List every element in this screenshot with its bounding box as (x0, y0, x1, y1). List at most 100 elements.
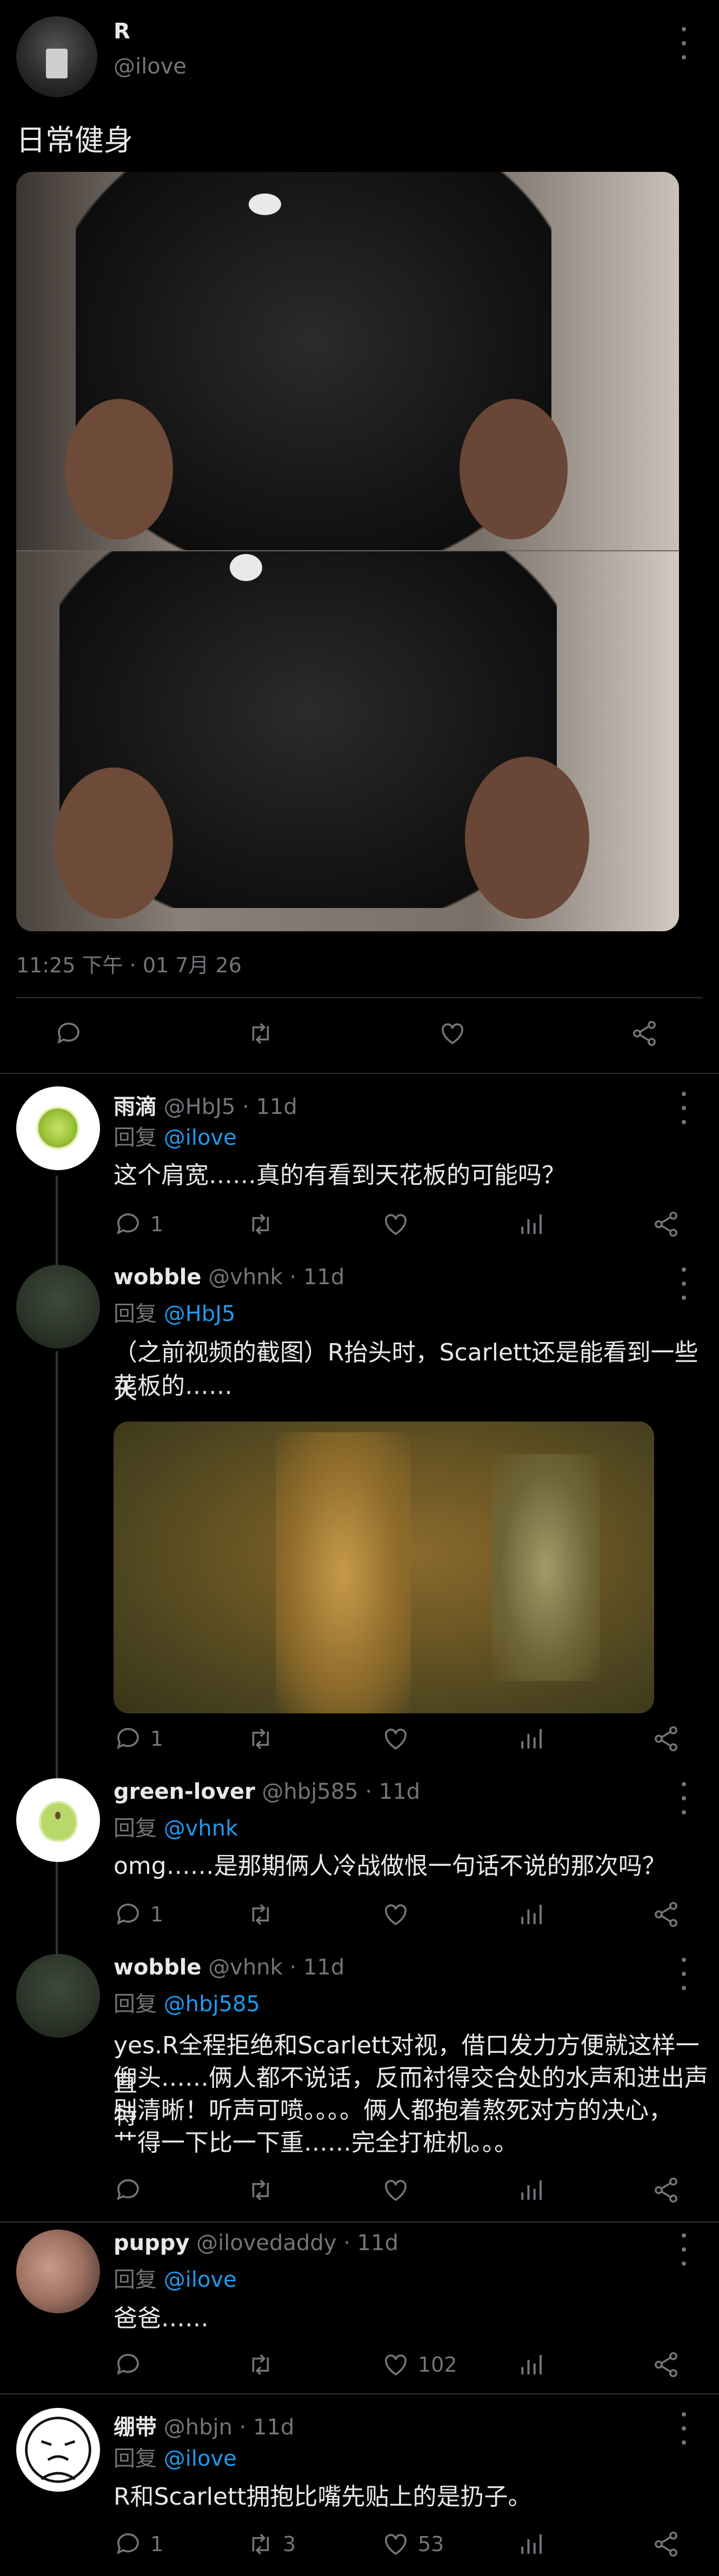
reply-button[interactable]: 1 (114, 2530, 163, 2559)
reply-author-handle[interactable]: @vhnk (208, 1955, 283, 1980)
tweet-media[interactable] (16, 172, 679, 931)
avatar[interactable] (16, 2230, 100, 2313)
avatar[interactable] (16, 1778, 100, 1862)
avatar[interactable] (16, 1265, 100, 1349)
reply-age: · 11d (239, 2415, 295, 2440)
retweet-icon (252, 2354, 269, 2375)
avatar[interactable] (16, 1086, 100, 1170)
reply-button[interactable]: 1 (114, 1210, 163, 1239)
more-options-icon[interactable] (676, 1267, 692, 1300)
like-button[interactable] (381, 1210, 410, 1239)
reply-author-handle[interactable]: @hbj585 (262, 1779, 358, 1804)
reply-author-name[interactable]: wobble (114, 1265, 202, 1290)
heart-icon (385, 2180, 407, 2201)
heart-icon (385, 2354, 407, 2376)
reply-text: omg……是那期俩人冷战做恨一句话不说的那次吗？ (114, 1852, 666, 1880)
share-button[interactable] (651, 1210, 681, 1239)
views-icon (521, 1214, 542, 1234)
share-button[interactable] (651, 2350, 681, 2379)
more-options-icon[interactable] (676, 2233, 692, 2266)
reply-author-name[interactable]: green-lover (114, 1779, 255, 1804)
reply-to-handle[interactable]: @vhnk (164, 1816, 238, 1841)
retweet-icon (252, 1213, 269, 1235)
reply-to-handle[interactable]: @HbJ5 (164, 1302, 236, 1326)
author-handle[interactable]: @ilove (114, 54, 187, 79)
share-button[interactable] (651, 2530, 681, 2559)
like-button[interactable] (381, 2175, 410, 2205)
reply-author-name[interactable]: wobble (114, 1955, 202, 1980)
like-button[interactable] (381, 1900, 410, 1929)
more-options-icon[interactable] (676, 1958, 692, 1990)
reply-to-handle[interactable]: @ilove (164, 2267, 237, 2292)
share-button[interactable] (651, 1900, 681, 1929)
comment-icon (117, 1728, 139, 1750)
more-options-icon[interactable] (676, 1092, 692, 1124)
like-button[interactable] (381, 1724, 410, 1753)
reply-prefix: 回复 (114, 1816, 157, 1841)
retweet-button[interactable] (246, 1019, 275, 1048)
avatar[interactable] (16, 1954, 100, 2038)
reply-button[interactable] (54, 1019, 83, 1048)
views-button[interactable] (516, 1724, 545, 1753)
reply-prefix: 回复 (114, 1125, 157, 1150)
like-button[interactable]: 53 (381, 2530, 444, 2559)
share-button[interactable] (651, 2175, 681, 2205)
reply-author-handle[interactable]: @vhnk (208, 1265, 283, 1290)
divider (0, 2393, 719, 2394)
tweet-photo-1[interactable] (16, 172, 679, 550)
reply-author-handle[interactable]: @hbjn (164, 2415, 232, 2440)
share-icon (655, 1211, 677, 1237)
views-button[interactable] (516, 1210, 545, 1239)
reply-author-name[interactable]: puppy (114, 2231, 189, 2255)
views-button[interactable] (516, 2530, 545, 2559)
more-options-icon[interactable] (676, 2412, 692, 2445)
reply-button[interactable]: 1 (114, 1900, 163, 1929)
reply-count: 1 (150, 1212, 164, 1236)
reply-author-handle[interactable]: @HbJ5 (164, 1095, 236, 1119)
retweet-button[interactable] (246, 2175, 275, 2205)
reply-prefix: 回复 (114, 1992, 157, 2017)
tweet-text: 日常健身 (16, 123, 133, 157)
reply-text-line: 花板的…… (114, 1372, 232, 1400)
comment-icon (117, 2533, 139, 2555)
reply-count: 1 (150, 2532, 164, 2556)
retweet-button[interactable] (246, 1210, 275, 1239)
share-button[interactable] (651, 1724, 681, 1753)
retweet-button[interactable] (246, 1900, 275, 1929)
like-button[interactable] (438, 1019, 467, 1048)
author-name[interactable]: R (114, 19, 130, 44)
more-options-icon[interactable] (676, 1782, 692, 1814)
reply-author-handle[interactable]: @ilovedaddy (196, 2231, 336, 2255)
share-button[interactable] (630, 1019, 659, 1048)
share-icon (655, 1726, 677, 1752)
reply-age: · 11d (343, 2231, 398, 2255)
retweet-icon (252, 1023, 269, 1044)
views-button[interactable] (516, 1900, 545, 1929)
views-button[interactable] (516, 2175, 545, 2205)
divider (0, 2221, 719, 2223)
reply-author-name[interactable]: 绷带 (114, 2415, 157, 2440)
views-icon (521, 1905, 542, 1924)
reply-button[interactable] (114, 2350, 143, 2379)
like-button[interactable]: 102 (381, 2350, 457, 2379)
share-icon (655, 2177, 677, 2203)
reply-author-name[interactable]: 雨滴 (114, 1095, 157, 1119)
author-avatar[interactable] (16, 16, 97, 97)
retweet-button[interactable] (246, 2350, 275, 2379)
reply-button[interactable] (114, 2175, 143, 2205)
retweet-button[interactable] (246, 1724, 275, 1753)
tweet-photo-2[interactable] (16, 551, 679, 931)
share-icon (655, 2352, 677, 2378)
share-icon (655, 2531, 677, 2557)
retweet-button[interactable]: 3 (246, 2530, 296, 2559)
more-options-icon[interactable] (676, 27, 692, 59)
avatar[interactable] (16, 2408, 100, 2492)
share-icon (633, 1020, 656, 1046)
reply-media[interactable] (114, 1422, 654, 1713)
reply-to-handle[interactable]: @hbj585 (164, 1992, 260, 2017)
views-button[interactable] (516, 2350, 545, 2379)
thread-line (56, 1351, 58, 1778)
reply-to-handle[interactable]: @ilove (164, 1125, 237, 1150)
reply-to-handle[interactable]: @ilove (164, 2446, 237, 2471)
reply-button[interactable]: 1 (114, 1724, 163, 1753)
